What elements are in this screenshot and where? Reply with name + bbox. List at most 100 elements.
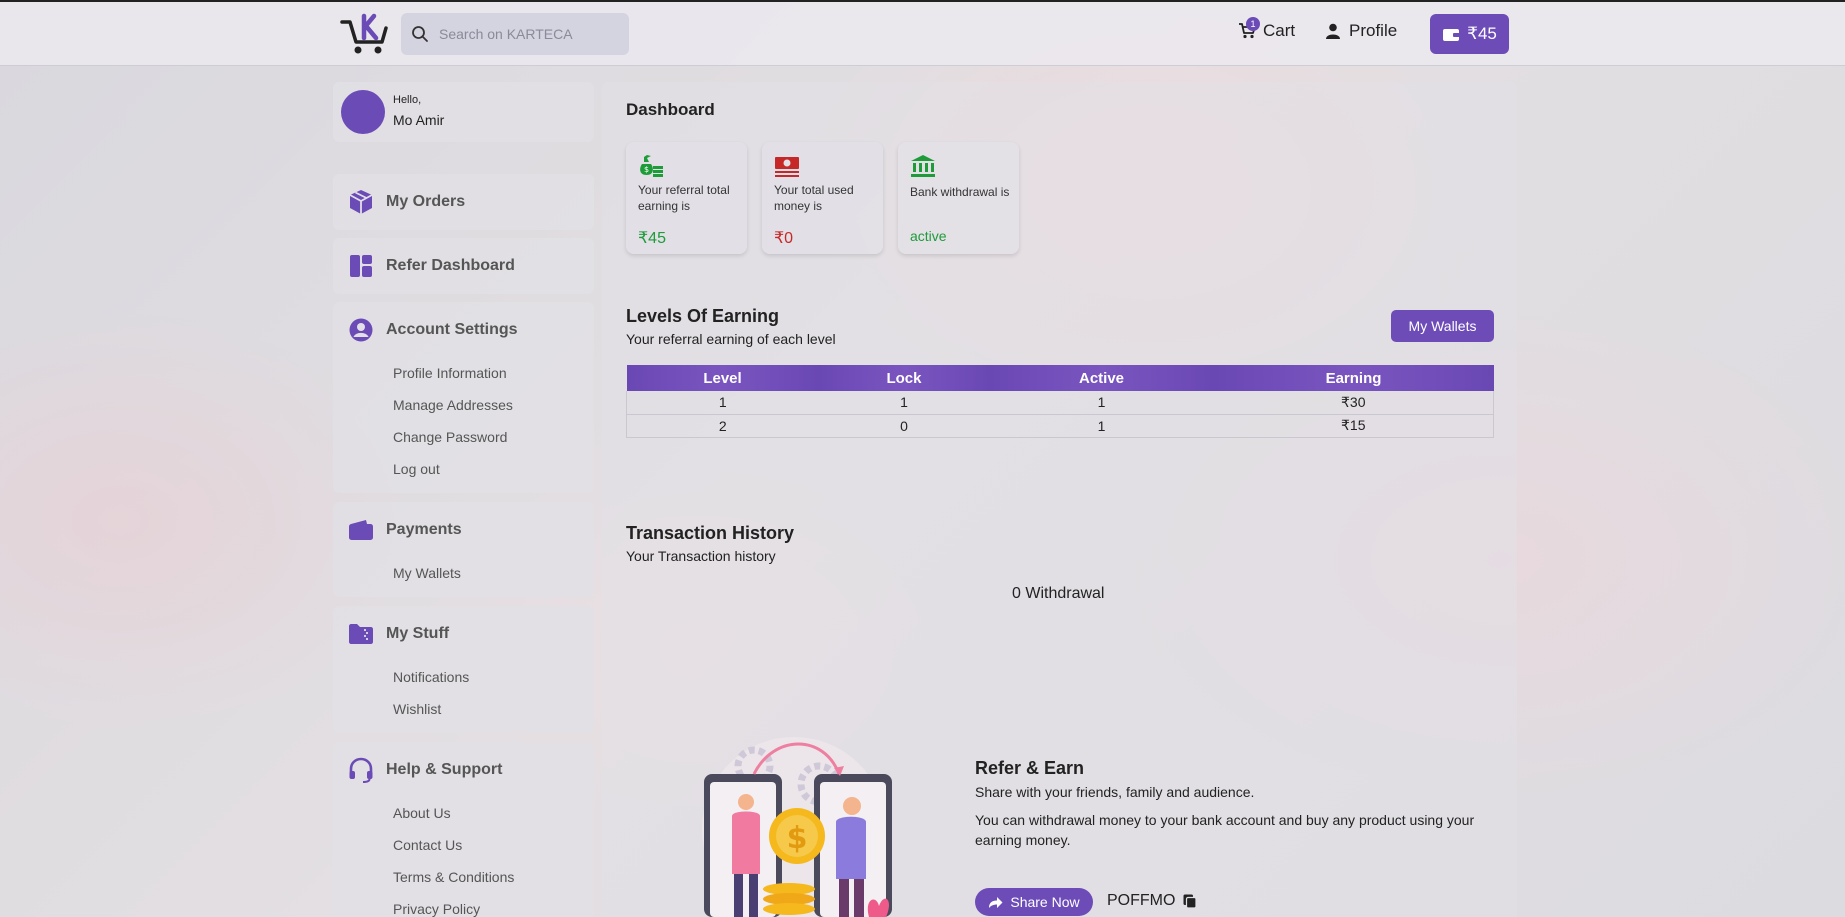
refer-dashboard-label: Refer Dashboard <box>386 257 515 274</box>
payments-heading: Payments <box>348 517 462 543</box>
used-money-card: Your total used money is ₹0 <box>762 142 883 254</box>
help-support-heading: Help & Support <box>348 757 502 783</box>
sidebar-item-refer-dashboard[interactable]: Refer Dashboard <box>333 238 594 294</box>
top-header: 1 Cart Profile ₹45 <box>0 2 1845 66</box>
sidebar-item-about-us[interactable]: About Us <box>393 805 451 821</box>
bank-withdrawal-card: Bank withdrawal is active <box>898 142 1019 254</box>
column-header-level: Level <box>626 365 819 391</box>
user-name: Mo Amir <box>393 112 445 128</box>
sidebar-item-contact-us[interactable]: Contact Us <box>393 837 462 853</box>
bank-withdrawal-status: active <box>910 228 947 244</box>
used-money-text: Your total used money is <box>774 183 854 213</box>
levels-table: Level Lock Active Earning 1 1 1 ₹30 2 0 … <box>626 365 1494 438</box>
levels-subtitle: Your referral earning of each level <box>626 331 836 347</box>
payments-section: Payments My Wallets <box>333 502 594 597</box>
cart-link[interactable]: 1 Cart <box>1238 17 1296 41</box>
page-title: Dashboard <box>626 100 715 119</box>
sidebar-item-my-wallets[interactable]: My Wallets <box>393 565 461 581</box>
refer-earn-line-2: You can withdrawal money to your bank ac… <box>975 812 1475 848</box>
wallet-button[interactable]: ₹45 <box>1430 14 1509 54</box>
used-money-value: ₹0 <box>774 230 794 247</box>
referral-code: POFFMO <box>1107 892 1198 910</box>
dashboard-icon <box>348 253 374 279</box>
sidebar-item-manage-addresses[interactable]: Manage Addresses <box>393 397 513 413</box>
table-header-row: Level Lock Active Earning <box>626 365 1494 391</box>
cart-count-badge: 1 <box>1246 17 1260 31</box>
karteca-logo[interactable] <box>338 12 390 56</box>
lock-cell: 0 <box>818 414 990 438</box>
money-bag-icon: $ <box>640 155 663 177</box>
referral-earning-text: Your referral total earning is <box>638 183 730 213</box>
sidebar-item-change-password[interactable]: Change Password <box>393 429 507 445</box>
share-now-button[interactable]: Share Now <box>975 888 1093 916</box>
profile-link[interactable]: Profile <box>1326 21 1397 41</box>
user-greeting-card: Hello, Mo Amir <box>333 82 594 142</box>
bank-icon <box>911 155 935 177</box>
column-header-earning: Earning <box>1213 365 1494 391</box>
column-header-lock: Lock <box>818 365 990 391</box>
my-stuff-heading: My Stuff <box>348 621 449 647</box>
lock-cell: 1 <box>818 391 990 415</box>
my-orders-label: My Orders <box>386 193 466 210</box>
level-cell: 2 <box>626 414 819 438</box>
levels-title: Levels Of Earning <box>626 306 780 326</box>
level-cell: 1 <box>626 391 819 415</box>
svg-text:$: $ <box>644 165 649 174</box>
sidebar-item-privacy-policy[interactable]: Privacy Policy <box>393 901 480 917</box>
withdrawal-count: 0 Withdrawal <box>1012 585 1105 602</box>
help-support-label: Help & Support <box>386 761 503 778</box>
my-wallets-button[interactable]: My Wallets <box>1391 310 1494 342</box>
sidebar-item-my-orders[interactable]: My Orders <box>333 174 594 230</box>
main-panel: Dashboard $ Your referral total earning … <box>602 82 1517 917</box>
avatar[interactable] <box>341 90 385 134</box>
table-row: 2 0 1 ₹15 <box>626 414 1494 438</box>
refer-earn-line-1: Share with your friends, family and audi… <box>975 784 1255 800</box>
earning-cell: ₹15 <box>1213 414 1494 438</box>
account-settings-label: Account Settings <box>386 321 518 338</box>
headset-icon <box>348 757 374 783</box>
active-cell: 1 <box>989 391 1214 415</box>
my-orders-heading: My Orders <box>348 189 465 215</box>
bank-withdrawal-text: Bank withdrawal is <box>910 185 1010 199</box>
my-stuff-section: My Stuff Notifications Wishlist <box>333 606 594 733</box>
svg-text:$: $ <box>787 821 808 856</box>
cart-label: Cart <box>1263 21 1296 40</box>
wallet-amount: ₹45 <box>1467 24 1497 43</box>
table-row: 1 1 1 ₹30 <box>626 391 1494 415</box>
sidebar-item-wishlist[interactable]: Wishlist <box>393 701 441 717</box>
payments-label: Payments <box>386 521 462 538</box>
referral-earning-value: ₹45 <box>638 230 666 247</box>
cash-icon <box>775 157 799 177</box>
earning-cell: ₹30 <box>1213 391 1494 415</box>
greeting-text: Hello, <box>393 94 422 106</box>
referral-code-text: POFFMO <box>1107 892 1176 909</box>
share-now-label: Share Now <box>1010 894 1080 910</box>
folder-icon <box>348 621 374 647</box>
referral-earning-card: $ Your referral total earning is ₹45 <box>626 142 747 254</box>
account-circle-icon <box>348 317 374 343</box>
wallet-icon <box>348 517 374 543</box>
sidebar-item-log-out[interactable]: Log out <box>393 461 440 477</box>
account-settings-heading: Account Settings <box>348 317 518 343</box>
sidebar-item-notifications[interactable]: Notifications <box>393 669 469 685</box>
search-bar[interactable] <box>401 13 629 55</box>
my-stuff-label: My Stuff <box>386 625 450 642</box>
account-settings-section: Account Settings Profile Information Man… <box>333 302 594 493</box>
user-icon <box>1326 23 1340 39</box>
box-icon <box>348 189 374 215</box>
sidebar-item-terms-conditions[interactable]: Terms & Conditions <box>393 869 514 885</box>
active-cell: 1 <box>989 414 1214 438</box>
refer-earn-title: Refer & Earn <box>975 758 1085 778</box>
sidebar-item-profile-information[interactable]: Profile Information <box>393 365 507 381</box>
search-input[interactable] <box>439 26 619 42</box>
copy-icon[interactable] <box>1183 894 1198 909</box>
help-support-section: Help & Support About Us Contact Us Terms… <box>333 742 594 917</box>
refer-earn-illustration: $ <box>702 737 892 917</box>
share-arrow-icon <box>989 896 1003 908</box>
wallet-icon <box>1443 28 1461 41</box>
column-header-active: Active <box>989 365 1214 391</box>
profile-label: Profile <box>1349 21 1398 40</box>
search-icon <box>412 26 428 42</box>
refer-dashboard-heading: Refer Dashboard <box>348 253 515 279</box>
transaction-history-title: Transaction History <box>626 523 795 543</box>
